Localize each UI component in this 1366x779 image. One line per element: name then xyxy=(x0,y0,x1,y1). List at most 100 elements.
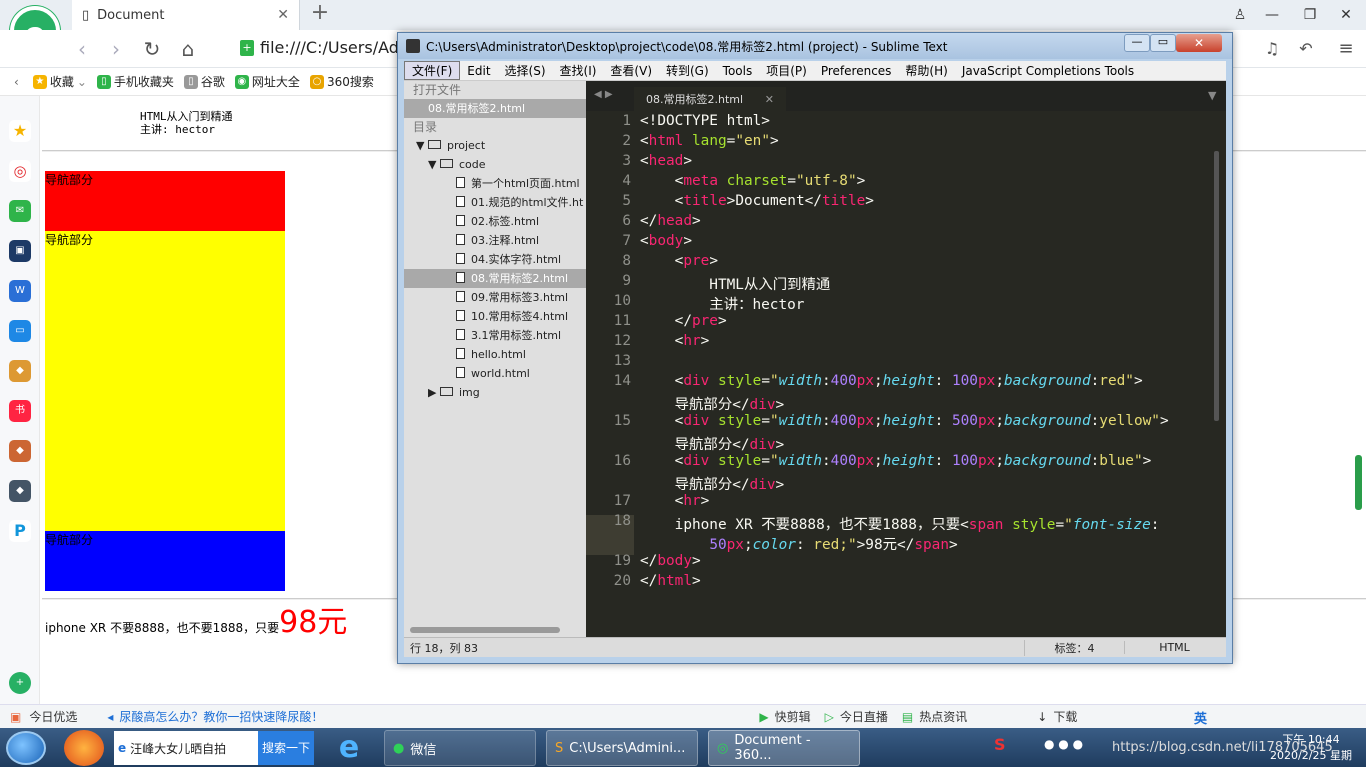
add-app-icon[interactable]: + xyxy=(9,672,31,694)
block-label: 导航部分 xyxy=(45,173,94,187)
url-field[interactable]: + file:///C:/Users/Admi xyxy=(240,38,419,57)
word-icon[interactable]: W xyxy=(9,280,31,302)
tab-close-icon[interactable]: ✕ xyxy=(765,93,774,106)
tab-size[interactable]: 标签：4 xyxy=(1024,639,1124,656)
favorite-item[interactable]: ○ 360搜索 xyxy=(309,73,374,90)
clock[interactable]: 下午 10:44 2020/2/25 星期二 xyxy=(1266,731,1356,779)
weibo-icon[interactable]: ◎ xyxy=(9,160,31,182)
file-item[interactable]: 02.标签.html xyxy=(404,212,586,231)
chat-icon[interactable]: ▭ xyxy=(9,320,31,342)
app-icon[interactable]: ◆ xyxy=(9,360,31,382)
info-item[interactable]: 快剪辑 xyxy=(775,708,811,725)
sogou-icon[interactable]: S xyxy=(994,735,1006,754)
page-scrollbar[interactable] xyxy=(1355,455,1362,510)
favorite-item[interactable]: ▯ 谷歌 xyxy=(183,73,225,90)
code-editor[interactable]: 1 <!DOCTYPE html> 2 <html lang="en"> 3 <hea… xyxy=(586,111,1226,637)
file-name: 10.常用标签4.html xyxy=(471,310,569,323)
restore-icon[interactable]: ❐ xyxy=(1294,4,1326,26)
home-icon[interactable]: ⌂ xyxy=(176,38,200,62)
speaker-icon: ◂ xyxy=(107,709,114,724)
shirt-skin-icon[interactable]: ♙ xyxy=(1224,4,1256,26)
game-icon[interactable]: ▣ xyxy=(9,240,31,262)
info-item[interactable]: 热点资讯 xyxy=(919,708,967,725)
ie-icon[interactable]: e xyxy=(330,731,368,765)
refresh-icon[interactable]: ↻ xyxy=(140,38,164,62)
browser-tab-document[interactable]: ▯ Document ✕ xyxy=(72,0,300,30)
close-button[interactable]: ✕ xyxy=(1176,34,1222,52)
sidebar-toggle-icon[interactable]: ‹ xyxy=(14,75,19,89)
star-icon: ★ xyxy=(32,74,47,89)
pre-line: 主讲: hector xyxy=(140,123,215,136)
taskbar-sublime[interactable]: S C:\Users\Admini... xyxy=(546,730,698,766)
folder-img[interactable]: ▶ img xyxy=(404,383,586,402)
menu-item[interactable]: 帮助(H) xyxy=(898,62,954,79)
info-item[interactable]: 下载 xyxy=(1053,708,1077,725)
menu-item[interactable]: 文件(F) xyxy=(404,61,461,80)
minimize-icon[interactable]: — xyxy=(1256,4,1288,26)
maximize-button[interactable]: ▭ xyxy=(1150,34,1176,52)
search-button[interactable]: 搜索一下 xyxy=(258,731,314,765)
syntax-mode[interactable]: HTML xyxy=(1124,641,1224,654)
file-item[interactable]: 10.常用标签4.html xyxy=(404,307,586,326)
taskbar-search-box[interactable]: e 汪峰大女儿晒自拍 xyxy=(114,731,258,765)
editor-tab[interactable]: 08.常用标签2.html ✕ xyxy=(634,87,786,111)
file-item[interactable]: 03.注释.html xyxy=(404,231,586,250)
file-item[interactable]: 09.常用标签3.html xyxy=(404,288,586,307)
folder-project[interactable]: ▼ project xyxy=(404,136,586,155)
tab-nav-arrows-icon[interactable]: ◀ ▶ xyxy=(594,89,613,100)
game-icon[interactable]: ◆ xyxy=(9,440,31,462)
menu-item[interactable]: 查找(I) xyxy=(553,62,604,79)
p-app-icon[interactable]: P xyxy=(9,520,31,542)
file-icon xyxy=(456,196,465,207)
headphones-icon[interactable]: ♫ xyxy=(1260,38,1284,62)
mail-icon[interactable]: ✉ xyxy=(9,200,31,222)
menu-item[interactable]: 查看(V) xyxy=(603,62,659,79)
page-icon: ▯ xyxy=(183,74,198,89)
xiaohongshu-icon[interactable]: 书 xyxy=(9,400,31,422)
pre-line: HTML从入门到精通 xyxy=(140,110,233,123)
minimize-button[interactable]: — xyxy=(1124,34,1150,52)
open-file-item[interactable]: 08.常用标签2.html xyxy=(404,99,586,118)
forward-icon[interactable]: › xyxy=(104,38,128,62)
file-item[interactable]: 08.常用标签2.html xyxy=(404,269,586,288)
file-item[interactable]: 01.规范的html文件.ht xyxy=(404,193,586,212)
file-icon xyxy=(456,253,465,264)
star-icon[interactable]: ★ xyxy=(9,120,31,142)
sidebar-scrollbar[interactable] xyxy=(410,627,560,633)
file-item[interactable]: world.html xyxy=(404,364,586,383)
menu-item[interactable]: Tools xyxy=(716,64,760,78)
taskbar-app-icon[interactable] xyxy=(64,730,104,766)
menu-item[interactable]: JavaScript Completions Tools xyxy=(955,64,1141,78)
ime-language[interactable]: 英 xyxy=(1194,708,1207,727)
info-item[interactable]: 今日直播 xyxy=(840,708,888,725)
favorite-item[interactable]: ▯ 手机收藏夹 xyxy=(96,73,174,90)
game-icon[interactable]: ◆ xyxy=(9,480,31,502)
back-icon[interactable]: ‹ xyxy=(70,38,94,62)
menu-item[interactable]: 转到(G) xyxy=(659,62,716,79)
file-item[interactable]: 第一个html页面.html xyxy=(404,174,586,193)
taskbar-wechat[interactable]: ● 微信 xyxy=(384,730,536,766)
menu-item[interactable]: 选择(S) xyxy=(498,62,553,79)
menu-item[interactable]: Preferences xyxy=(814,64,899,78)
file-item[interactable]: hello.html xyxy=(404,345,586,364)
favorite-item[interactable]: ★ 收藏 ⌄ xyxy=(32,73,87,90)
file-item[interactable]: 04.实体字符.html xyxy=(404,250,586,269)
tab-dropdown-icon[interactable]: ▼ xyxy=(1208,89,1216,102)
undo-icon[interactable]: ↶ xyxy=(1294,38,1318,62)
menu-item[interactable]: 项目(P) xyxy=(759,62,814,79)
favorite-item[interactable]: ◉ 网址大全 xyxy=(234,73,300,90)
close-icon[interactable]: ✕ xyxy=(277,7,289,23)
folder-code[interactable]: ▼ code xyxy=(404,155,586,174)
file-item[interactable]: 3.1常用标签.html xyxy=(404,326,586,345)
new-tab-plus-icon[interactable]: + xyxy=(308,2,332,26)
tray-icons[interactable]: ● ● ● xyxy=(1044,737,1083,751)
daily-picks[interactable]: 今日优选 xyxy=(29,708,77,725)
menu-item[interactable]: Edit xyxy=(460,64,497,78)
editor-scrollbar[interactable] xyxy=(1214,151,1219,421)
headline-link[interactable]: 尿酸高怎么办？教你一招快速降尿酸！ xyxy=(119,708,323,725)
menu-icon[interactable]: ≡ xyxy=(1334,38,1358,62)
start-button[interactable] xyxy=(6,731,46,765)
sublime-title-bar: C:\Users\Administrator\Desktop\project\c… xyxy=(398,33,1232,59)
taskbar-browser[interactable]: ◎ Document - 360... xyxy=(708,730,860,766)
window-close-icon[interactable]: ✕ xyxy=(1330,4,1362,26)
